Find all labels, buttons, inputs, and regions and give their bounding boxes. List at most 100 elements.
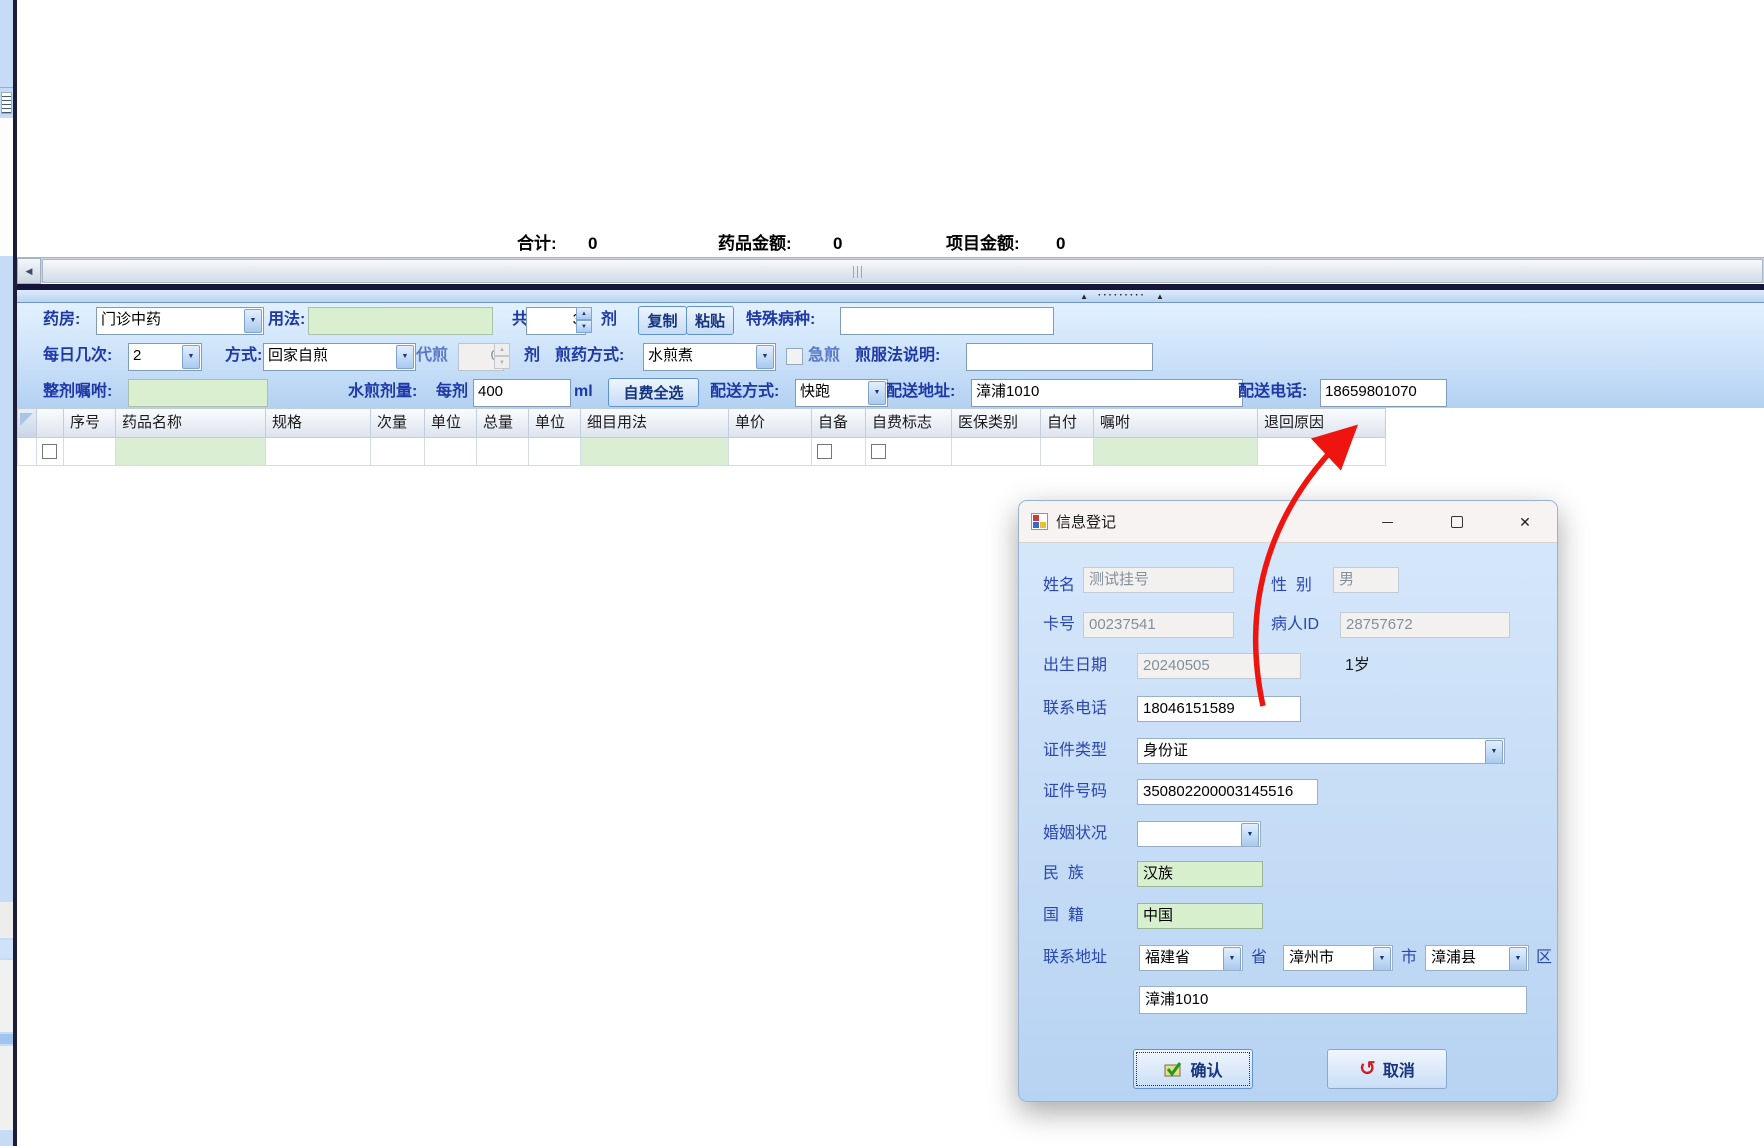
cert-type-value: 身份证 — [1143, 742, 1189, 759]
grid-cell — [952, 438, 1041, 466]
per-dose-label: 每剂 — [436, 383, 469, 400]
delivery-address-input[interactable]: 漳浦1010 — [971, 379, 1243, 407]
chevron-down-icon[interactable]: ▼ — [868, 381, 886, 405]
name-label: 姓名 — [1043, 577, 1076, 594]
left-panel-edge — [0, 0, 13, 1146]
chevron-down-icon[interactable]: ▼ — [1241, 823, 1259, 846]
usage-input[interactable] — [308, 307, 493, 335]
daijian-count-stepper: ▲ ▼ — [494, 343, 510, 369]
prescription-toolbar: 药房: 门诊中药 ▼ 用法: 共 3 ▲ ▼ 剂 复制 粘贴 特殊病种: 每日几… — [17, 302, 1764, 408]
selfpay-checkbox[interactable] — [871, 444, 886, 459]
grid-header: 单位 — [425, 408, 477, 438]
app-screen: 合计: 0 药品金额: 0 项目金额: 0 ◀ ▲ ········· ▲ 药房… — [0, 0, 1764, 1146]
instruction-input[interactable] — [966, 343, 1153, 371]
grid-data-row — [17, 438, 1386, 466]
contact-phone-input[interactable]: 18046151589 — [1137, 696, 1301, 722]
grid-header: 总量 — [477, 408, 529, 438]
patient-id-label: 病人ID — [1271, 616, 1320, 633]
grid-cell-detail-usage[interactable] — [581, 438, 729, 466]
province-combo[interactable]: 福建省 ▼ — [1139, 945, 1243, 971]
scroll-left-arrow-icon[interactable]: ◀ — [17, 258, 41, 284]
instruction-label: 煎服法说明: — [855, 347, 941, 364]
delivery-method-value: 快跑 — [800, 383, 831, 400]
daijian-unit-label: 剂 — [524, 347, 541, 364]
grid-cell-drug-name[interactable] — [116, 438, 266, 466]
grid-header: 药品名称 — [116, 408, 266, 438]
whole-dose-note-input[interactable] — [128, 379, 268, 407]
left-edge-segment — [0, 960, 13, 1032]
pharmacy-combo[interactable]: 门诊中药 ▼ — [96, 307, 264, 335]
birthdate-field: 20240505 — [1137, 653, 1301, 679]
maximize-button[interactable] — [1437, 506, 1477, 538]
nationality-label: 国 籍 — [1043, 907, 1084, 924]
water-amount-input[interactable]: 400 — [473, 379, 571, 407]
chevron-down-icon[interactable]: ▼ — [1373, 947, 1391, 970]
minimize-button[interactable] — [1367, 506, 1407, 538]
chevron-down-icon[interactable]: ▼ — [244, 309, 262, 333]
confirm-button[interactable]: 确认 — [1133, 1049, 1253, 1089]
contact-address-label: 联系地址 — [1043, 949, 1108, 966]
grid-cell — [425, 438, 477, 466]
selfprep-checkbox[interactable] — [817, 444, 832, 459]
county-combo[interactable]: 漳浦县 ▼ — [1425, 945, 1529, 971]
chevron-down-icon[interactable]: ▼ — [182, 345, 200, 369]
grid-cell-note[interactable] — [1094, 438, 1258, 466]
splitter-collapse-handle[interactable]: ▲ ········· ▲ — [1057, 290, 1187, 302]
daijian-label: 代煎 — [416, 347, 449, 364]
grid-cell — [812, 438, 866, 466]
decoct-method-label: 煎药方式: — [555, 347, 625, 364]
grid-cell — [266, 438, 371, 466]
cancel-button[interactable]: ↺ 取消 — [1327, 1049, 1447, 1089]
delivery-phone-input[interactable]: 18659801070 — [1320, 379, 1447, 407]
close-button[interactable]: ✕ — [1505, 506, 1545, 538]
contact-phone-label: 联系电话 — [1043, 700, 1108, 717]
times-per-day-combo[interactable]: 2 ▼ — [128, 343, 202, 371]
chevron-down-icon[interactable]: ▼ — [396, 345, 414, 369]
grid-cell — [529, 438, 581, 466]
city-suffix-label: 市 — [1401, 949, 1418, 966]
close-icon: ✕ — [1519, 514, 1531, 530]
method-combo[interactable]: 回家自煎 ▼ — [263, 343, 416, 371]
selfpay-all-button[interactable]: 自费全选 — [608, 378, 699, 407]
chevron-down-icon[interactable]: ▼ — [1223, 947, 1241, 970]
address-detail-input[interactable]: 漳浦1010 — [1139, 986, 1527, 1014]
confirm-check-icon — [1164, 1061, 1182, 1076]
medication-grid: 序号 药品名称 规格 次量 单位 总量 单位 细目用法 单价 自备 自费标志 医… — [17, 408, 1386, 466]
whole-dose-note-label: 整剂嘱咐: — [43, 383, 113, 400]
dose-count-stepper[interactable]: ▲ ▼ — [576, 307, 592, 333]
collapse-dots-icon: ········· — [1098, 290, 1146, 301]
confirm-button-label: 确认 — [1190, 1063, 1223, 1080]
form-icon — [1031, 513, 1048, 530]
delivery-method-combo[interactable]: 快跑 ▼ — [795, 379, 888, 407]
row-checkbox[interactable] — [42, 444, 57, 459]
copy-button[interactable]: 复制 — [638, 306, 687, 335]
ethnicity-field[interactable]: 汉族 — [1137, 861, 1263, 887]
grid-header: 医保类别 — [952, 408, 1041, 438]
marital-status-label: 婚姻状况 — [1043, 825, 1108, 842]
info-registration-dialog: 信息登记 ✕ 姓名 测试挂号 性 别 男 卡号 00237541 病人ID 28… — [1018, 500, 1558, 1102]
cert-type-combo[interactable]: 身份证 ▼ — [1137, 738, 1505, 764]
dialog-title: 信息登记 — [1056, 514, 1117, 531]
nationality-field[interactable]: 中国 — [1137, 903, 1263, 929]
chevron-down-icon[interactable]: ▼ — [1509, 947, 1527, 970]
cert-no-input[interactable]: 350802200003145516 — [1137, 779, 1318, 805]
county-value: 漳浦县 — [1431, 949, 1477, 966]
chevron-down-icon[interactable]: ▼ — [756, 345, 774, 369]
decoct-method-combo[interactable]: 水煎煮 ▼ — [643, 343, 776, 371]
city-combo[interactable]: 漳州市 ▼ — [1283, 945, 1393, 971]
scrollbar-thumb[interactable] — [42, 259, 1763, 283]
urgent-decoct-label: 急煎 — [808, 347, 841, 364]
horizontal-scrollbar[interactable]: ◀ — [17, 257, 1764, 284]
marital-status-combo[interactable]: ▼ — [1137, 821, 1261, 847]
left-edge-segment — [0, 0, 13, 88]
special-disease-input[interactable] — [840, 307, 1054, 335]
method-label: 方式: — [225, 347, 263, 364]
chevron-down-icon[interactable]: ▼ — [1485, 740, 1503, 763]
paste-button[interactable]: 粘贴 — [686, 306, 734, 335]
spinner-up-icon[interactable]: ▲ — [576, 307, 592, 320]
splitter-grip-icon[interactable] — [1, 92, 12, 114]
spinner-down-icon[interactable]: ▼ — [576, 320, 592, 333]
urgent-decoct-checkbox[interactable] — [786, 348, 803, 365]
district-suffix-label: 区 — [1536, 949, 1553, 966]
collapse-strip: ▲ ········· ▲ — [17, 290, 1764, 302]
